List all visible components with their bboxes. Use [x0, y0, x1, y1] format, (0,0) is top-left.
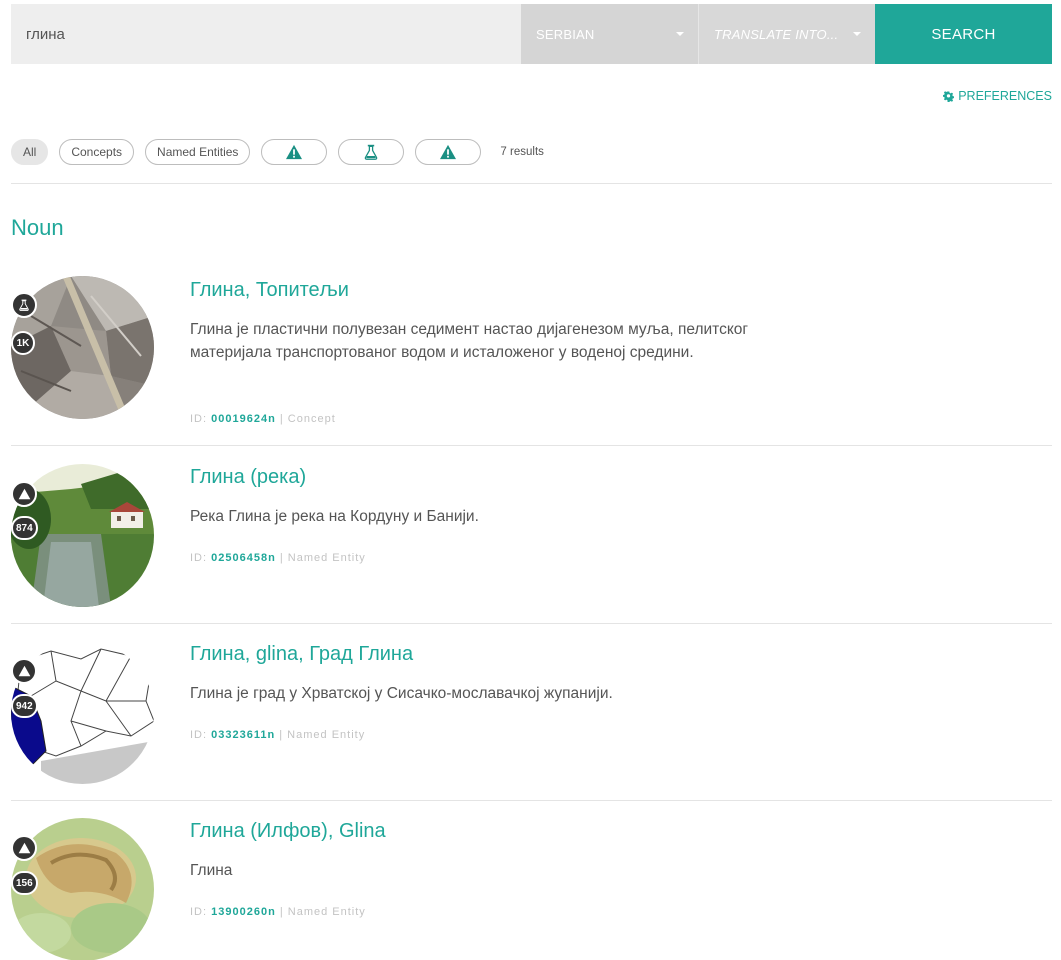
search-bar: SERBIAN TRANSLATE INTO... SEARCH [11, 4, 1052, 64]
warning-icon [11, 481, 37, 507]
result-meta: ID: 03323611n | Named Entity [190, 729, 365, 741]
source-language-select[interactable]: SERBIAN [521, 4, 698, 64]
result-description: Глина је пластични полувезан седимент на… [190, 321, 749, 361]
target-language-select[interactable]: TRANSLATE INTO... [698, 4, 875, 64]
result-description: Глина је град у Хрватској у Сисачко-мосл… [190, 685, 613, 702]
id-prefix: ID: [190, 413, 208, 425]
id-prefix: ID: [190, 729, 208, 741]
filter-bar: All Concepts Named Entities 7 results [11, 139, 544, 165]
divider [11, 623, 1052, 624]
result-meta: ID: 02506458n | Named Entity [190, 552, 366, 564]
meta-separator: | [279, 906, 284, 918]
flask-icon [11, 292, 37, 318]
filter-warning-1[interactable] [261, 139, 328, 165]
chevron-down-icon [853, 32, 861, 36]
result-thumbnail[interactable]: 156 [11, 818, 154, 960]
popularity-count: 874 [11, 516, 38, 540]
result-title[interactable]: Глина (Илфов), Glina [190, 820, 386, 843]
filter-warning-2[interactable] [415, 139, 482, 165]
result-description: Река Глина је река на Кордуну и Банији. [190, 508, 479, 525]
chevron-down-icon [676, 32, 684, 36]
section-heading-noun: Noun [11, 215, 64, 240]
search-input[interactable] [11, 4, 521, 64]
result-thumbnail[interactable]: 874 [11, 464, 154, 607]
divider [11, 800, 1052, 801]
warning-icon [439, 144, 457, 160]
result-type: Named Entity [287, 552, 366, 564]
preferences-label: PREFERENCES [958, 89, 1052, 103]
preferences-link[interactable]: PREFERENCES [943, 89, 1052, 103]
result-title[interactable]: Глина (река) [190, 466, 306, 489]
result-type: Concept [287, 413, 336, 425]
search-button[interactable]: SEARCH [875, 4, 1052, 64]
warning-icon [11, 835, 37, 861]
result-description: Глина [190, 862, 233, 879]
popularity-count: 156 [11, 871, 38, 895]
results-count: 7 results [500, 146, 544, 158]
meta-separator: | [279, 729, 284, 741]
id-prefix: ID: [190, 552, 208, 564]
flask-icon [363, 144, 379, 160]
result-id[interactable]: 03323611n [211, 729, 275, 741]
filter-flask[interactable] [338, 139, 405, 165]
result-thumbnail[interactable]: 942 [11, 641, 154, 784]
filter-all[interactable]: All [11, 139, 49, 165]
target-language-placeholder: TRANSLATE INTO... [714, 26, 839, 42]
meta-separator: | [279, 552, 284, 564]
popularity-count: 942 [11, 694, 38, 718]
filter-named-entities[interactable]: Named Entities [145, 139, 251, 165]
result-id[interactable]: 13900260n [211, 906, 276, 918]
result-title[interactable]: Глина, glina, Град Глина [190, 643, 413, 666]
result-title[interactable]: Глина, Топитељи [190, 279, 349, 302]
result-id[interactable]: 00019624n [211, 413, 276, 425]
result-type: Named Entity [287, 906, 366, 918]
meta-separator: | [279, 413, 284, 425]
result-type: Named Entity [287, 729, 366, 741]
result-thumbnail[interactable]: 1K [11, 276, 154, 419]
id-prefix: ID: [190, 906, 208, 918]
gear-icon [943, 91, 954, 102]
filter-concepts[interactable]: Concepts [59, 139, 135, 165]
source-language-label: SERBIAN [536, 26, 595, 42]
popularity-count: 1K [11, 331, 35, 355]
divider [11, 445, 1052, 446]
result-meta: ID: 13900260n | Named Entity [190, 906, 366, 918]
warning-icon [285, 144, 303, 160]
result-meta: ID: 00019624n | Concept [190, 413, 336, 425]
divider [11, 183, 1052, 184]
result-id[interactable]: 02506458n [211, 552, 276, 564]
warning-icon [11, 658, 37, 684]
